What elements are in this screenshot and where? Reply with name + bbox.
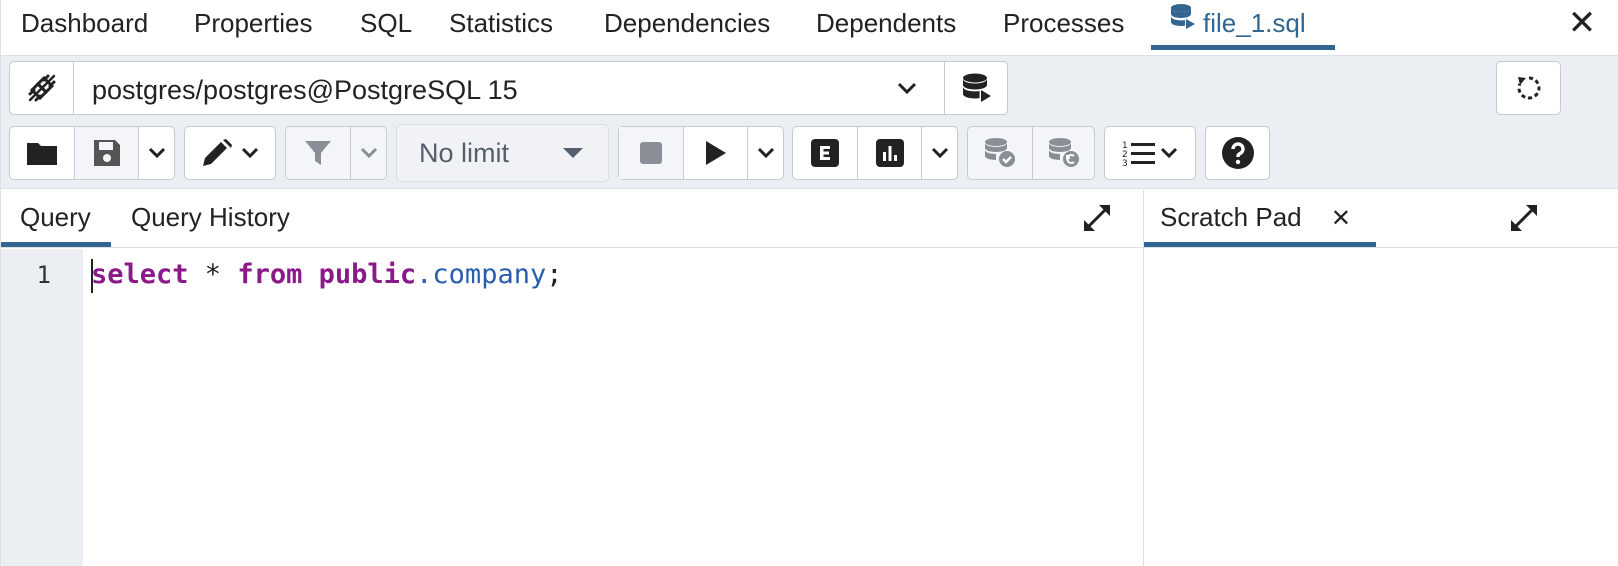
chevron-down-icon bbox=[897, 82, 917, 95]
play-icon bbox=[705, 141, 726, 165]
macros-inner: 1 2 3 bbox=[1105, 127, 1195, 179]
top-tab-bar: Dashboard Properties SQL Statistics Depe… bbox=[1, 0, 1618, 56]
row-limit-select[interactable]: No limit bbox=[396, 124, 609, 182]
tab-properties[interactable]: Properties bbox=[194, 0, 313, 50]
tab-dashboard[interactable]: Dashboard bbox=[21, 0, 148, 50]
line-number: 1 bbox=[36, 261, 51, 289]
explain-options-dropdown[interactable] bbox=[921, 127, 958, 179]
database-rollback-icon bbox=[1049, 138, 1079, 167]
stop-icon bbox=[640, 142, 662, 164]
keyword-select: select bbox=[91, 259, 189, 290]
refresh-inner bbox=[1497, 62, 1560, 114]
editor-tab-bar: Query Query History bbox=[1, 190, 1143, 248]
pencil-icon bbox=[203, 139, 232, 166]
connection-select-value[interactable]: postgres/postgres@PostgreSQL 15 bbox=[92, 62, 518, 114]
query-tool-window: Dashboard Properties SQL Statistics Depe… bbox=[0, 0, 1618, 566]
toolbar-area: postgres/postgres@PostgreSQL 15 No limit… bbox=[1, 56, 1618, 189]
line-number-gutter: 1 bbox=[1, 249, 83, 566]
commit-button[interactable] bbox=[968, 127, 1032, 179]
filter-icon bbox=[305, 141, 331, 165]
database-commit-icon bbox=[985, 138, 1015, 167]
row-limit-value: No limit bbox=[419, 138, 510, 168]
tab-processes[interactable]: Processes bbox=[1003, 0, 1124, 50]
close-scratch-pad-icon[interactable]: ✕ bbox=[1331, 205, 1351, 232]
tab-query-history[interactable]: Query History bbox=[131, 190, 290, 247]
tab-statistics[interactable]: Statistics bbox=[449, 0, 553, 50]
database-icon bbox=[1169, 0, 1195, 45]
tab-dependents[interactable]: Dependents bbox=[816, 0, 956, 50]
database-arrow-icon bbox=[962, 73, 991, 102]
folder-icon bbox=[27, 143, 57, 165]
tab-file-1-sql[interactable]: file_1.sql bbox=[1151, 0, 1335, 50]
open-file-button[interactable] bbox=[10, 127, 74, 179]
tab-scratch-pad[interactable]: Scratch Pad ✕ bbox=[1144, 190, 1376, 247]
numbered-list-icon: 1 2 3 bbox=[1122, 141, 1155, 167]
execute-options-dropdown[interactable] bbox=[747, 127, 784, 179]
stop-button[interactable] bbox=[619, 127, 683, 179]
caret-down-icon bbox=[563, 148, 583, 158]
chevron-down-icon bbox=[148, 147, 166, 159]
chevron-down-icon bbox=[1160, 147, 1178, 159]
keyword-from: from bbox=[237, 259, 303, 290]
save-options-dropdown[interactable] bbox=[138, 127, 175, 179]
filter-options-dropdown[interactable] bbox=[350, 127, 387, 179]
save-icon bbox=[93, 140, 120, 166]
explain-button-group bbox=[792, 126, 958, 180]
maximize-editor-icon[interactable] bbox=[1081, 202, 1113, 234]
chevron-down-icon bbox=[360, 147, 378, 159]
sql-editor[interactable]: select * from public.company; bbox=[83, 249, 1143, 566]
svg-text:3: 3 bbox=[1122, 159, 1128, 167]
question-circle-icon bbox=[1221, 137, 1254, 169]
refresh-button[interactable] bbox=[1496, 61, 1561, 115]
chart-bar-icon bbox=[875, 139, 904, 167]
operator-star: * bbox=[188, 259, 238, 290]
help-inner bbox=[1206, 127, 1269, 179]
dot-separator: . bbox=[416, 259, 433, 290]
rollback-button[interactable] bbox=[1032, 127, 1095, 179]
edit-inner bbox=[185, 127, 275, 179]
semicolon: ; bbox=[546, 259, 563, 290]
chevron-down-icon bbox=[757, 147, 775, 159]
transaction-button-group bbox=[967, 126, 1095, 180]
connection-selector: postgres/postgres@PostgreSQL 15 bbox=[9, 61, 1008, 115]
chevron-down-icon bbox=[241, 147, 259, 159]
plug-disconnect-icon bbox=[28, 74, 55, 102]
new-connection-button[interactable] bbox=[944, 62, 1008, 114]
execute-button[interactable] bbox=[683, 127, 747, 179]
tab-dependencies[interactable]: Dependencies bbox=[604, 0, 770, 50]
edit-button[interactable] bbox=[184, 126, 276, 180]
explain-button[interactable] bbox=[793, 127, 857, 179]
macros-button[interactable]: 1 2 3 bbox=[1104, 126, 1196, 180]
save-file-button[interactable] bbox=[74, 127, 138, 179]
execute-button-group bbox=[618, 126, 784, 180]
tab-scratch-pad-label: Scratch Pad bbox=[1160, 202, 1302, 232]
help-button[interactable] bbox=[1205, 126, 1270, 180]
disconnect-button[interactable] bbox=[10, 62, 74, 114]
file-button-group bbox=[9, 126, 175, 180]
text-cursor bbox=[91, 259, 93, 293]
chevron-down-icon bbox=[931, 147, 949, 159]
tab-file-1-sql-label: file_1.sql bbox=[1203, 8, 1306, 38]
tab-query[interactable]: Query bbox=[1, 190, 111, 247]
filter-button-group bbox=[285, 126, 387, 180]
refresh-icon bbox=[1517, 76, 1540, 100]
connection-dropdown-chevron[interactable] bbox=[872, 62, 942, 114]
maximize-scratch-icon[interactable] bbox=[1508, 202, 1540, 234]
explain-icon bbox=[811, 139, 839, 167]
scratch-pad-area[interactable] bbox=[1144, 249, 1618, 566]
tab-sql[interactable]: SQL bbox=[360, 0, 412, 50]
explain-analyze-button[interactable] bbox=[857, 127, 921, 179]
close-window-icon[interactable]: ✕ bbox=[1567, 6, 1597, 40]
schema-name: public bbox=[302, 259, 417, 290]
filter-button[interactable] bbox=[286, 127, 350, 179]
table-name: company bbox=[432, 259, 547, 290]
scratch-tab-bar: Scratch Pad ✕ bbox=[1144, 190, 1618, 248]
code-line: select * from public.company; bbox=[91, 259, 562, 290]
